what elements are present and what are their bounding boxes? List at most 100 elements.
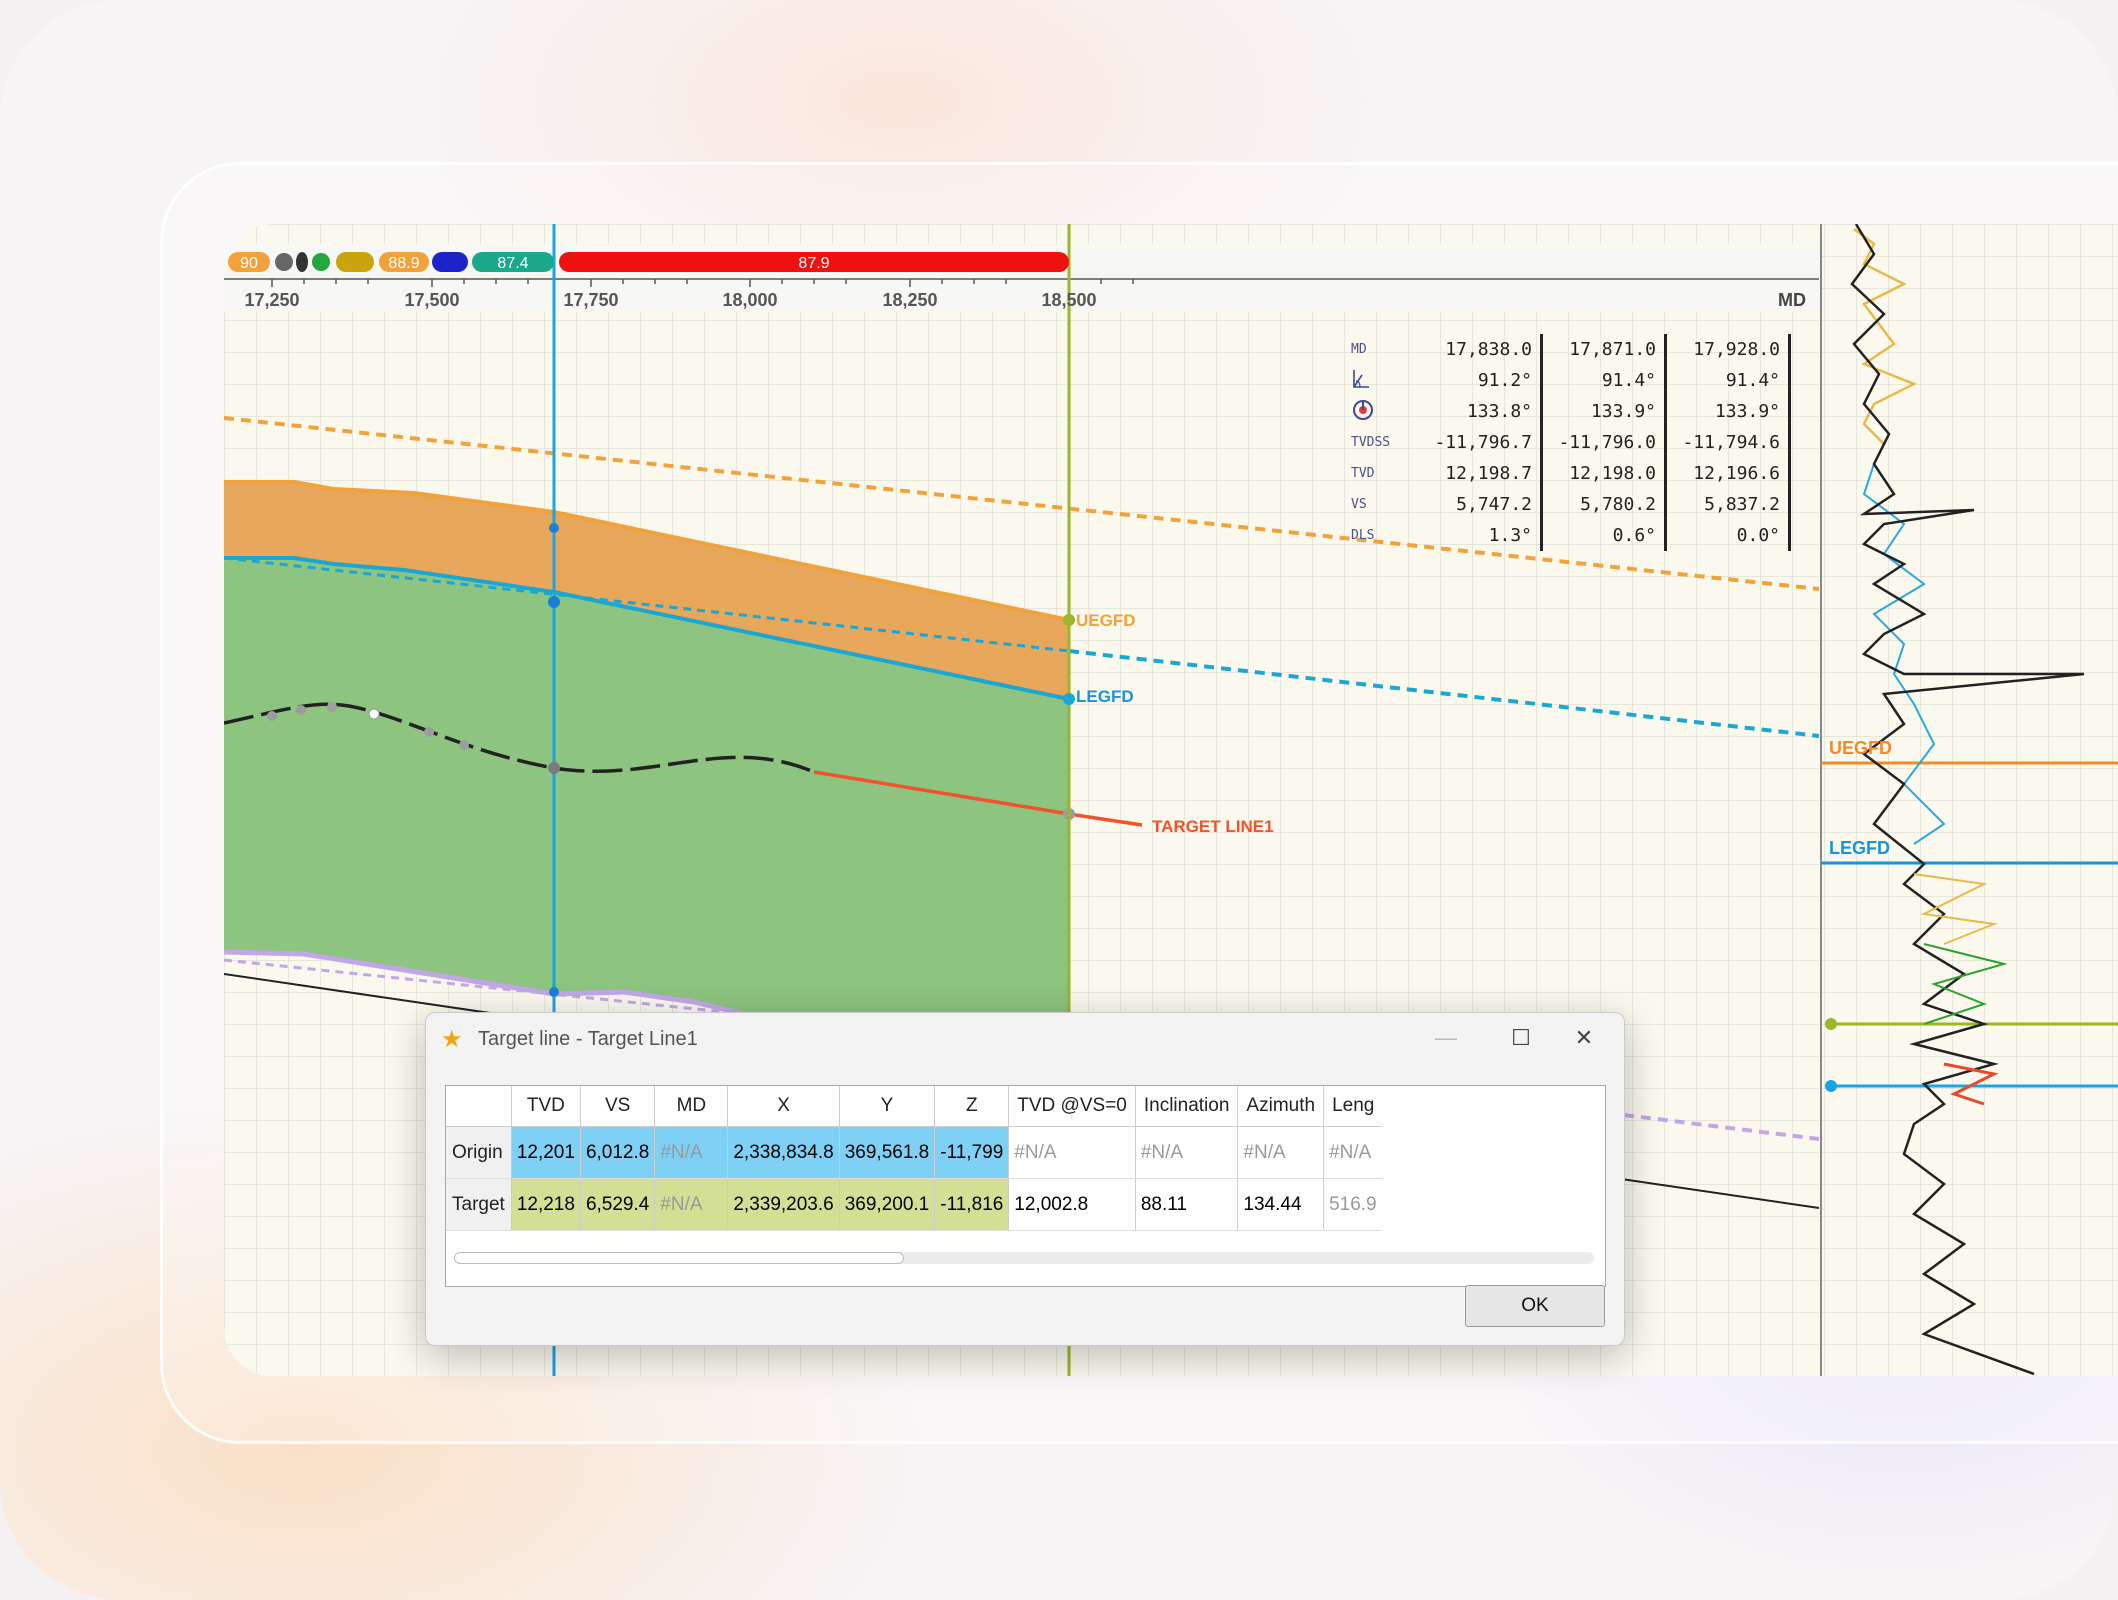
col-header[interactable]: Azimuth [1237, 1086, 1325, 1127]
table-cell[interactable]: -11,799 [934, 1126, 1010, 1179]
ruler-tick-label: 18,000 [722, 290, 777, 310]
table-cell[interactable]: 6,529.4 [580, 1178, 656, 1231]
readout-cell: 133.9° [1541, 396, 1667, 427]
inclination-badges [228, 252, 1069, 272]
readout-cell: 17,928.0 [1665, 334, 1791, 365]
col-header[interactable]: Leng [1323, 1086, 1383, 1127]
uegfd-label: UEGFD [1076, 611, 1136, 630]
table-cell[interactable]: -11,816 [934, 1178, 1010, 1231]
readout-cell: 0.0° [1665, 520, 1791, 551]
survey-readout: MD 17,838.0 17,871.0 17,928.0 91.2° 91.4… [1351, 334, 1791, 551]
readout-cell: 12,198.0 [1541, 458, 1667, 489]
row-label-tvdss: TVDSS [1351, 435, 1391, 450]
row-header: Target [446, 1178, 512, 1231]
ruler-tick-label: 17,750 [563, 290, 618, 310]
table-cell[interactable]: #N/A [1237, 1126, 1325, 1179]
close-icon[interactable]: ✕ [1564, 1023, 1604, 1053]
readout-cell: 12,198.7 [1419, 458, 1543, 489]
col-header[interactable]: TVD [511, 1086, 581, 1127]
corner-header [446, 1086, 512, 1127]
readout-cell: 12,196.6 [1665, 458, 1791, 489]
table-header-row: TVD VS MD X Y Z TVD @VS=0 Inclination Az… [446, 1086, 1383, 1127]
col-header[interactable]: Inclination [1135, 1086, 1239, 1127]
table-cell[interactable]: 2,339,203.6 [727, 1178, 840, 1231]
readout-cell: 91.4° [1541, 365, 1667, 396]
table-cell[interactable]: #N/A [1323, 1126, 1383, 1179]
row-label-md: MD [1351, 342, 1367, 357]
table-row: MD 17,838.0 17,871.0 17,928.0 [1351, 334, 1791, 365]
dialog-title: Target line - Target Line1 [478, 1028, 698, 1050]
table-row[interactable]: Origin 12,201 6,012.8 #N/A 2,338,834.8 3… [446, 1126, 1383, 1179]
log-uegfd-label: UEGFD [1829, 738, 1892, 758]
target-line-grid[interactable]: TVD VS MD X Y Z TVD @VS=0 Inclination Az… [445, 1085, 1606, 1287]
col-header[interactable]: MD [654, 1086, 729, 1127]
col-header[interactable]: VS [580, 1086, 656, 1127]
table-row: TVD 12,198.7 12,198.0 12,196.6 [1351, 458, 1791, 489]
ruler-tick-label: 18,500 [1041, 290, 1096, 310]
readout-cell: 5,837.2 [1665, 489, 1791, 520]
table-cell[interactable]: 369,200.1 [839, 1178, 936, 1231]
readout-cell: 17,871.0 [1541, 334, 1667, 365]
ok-button[interactable]: OK [1465, 1285, 1605, 1327]
table-cell[interactable]: 369,561.8 [839, 1126, 936, 1179]
badge-label: 87.4 [497, 255, 528, 272]
ruler-tick-label: 17,250 [244, 290, 299, 310]
table-cell[interactable]: #N/A [1135, 1126, 1239, 1179]
target-line-label: TARGET LINE1 [1152, 817, 1274, 836]
readout-cell: 5,780.2 [1541, 489, 1667, 520]
scrollbar-thumb[interactable] [454, 1252, 904, 1264]
col-header[interactable]: Y [839, 1086, 936, 1127]
table-cell[interactable]: 12,201 [511, 1126, 581, 1179]
row-label-vs: VS [1351, 497, 1367, 512]
readout-cell: 133.9° [1665, 396, 1791, 427]
log-track [1821, 224, 2118, 1376]
table-row: VS 5,747.2 5,780.2 5,837.2 [1351, 489, 1791, 520]
badge-label: 90 [240, 255, 258, 272]
table-cell[interactable]: 6,012.8 [580, 1126, 656, 1179]
horizontal-scrollbar[interactable] [454, 1252, 1594, 1264]
target-line-dialog[interactable]: ★ Target line - Target Line1 — ☐ ✕ TVD V… [425, 1012, 1625, 1346]
maximize-icon[interactable]: ☐ [1501, 1023, 1541, 1053]
table-cell[interactable]: #N/A [1008, 1126, 1136, 1179]
table-row[interactable]: Target 12,218 6,529.4 #N/A 2,339,203.6 3… [446, 1178, 1383, 1231]
readout-cell: 91.2° [1419, 365, 1543, 396]
azimuth-icon [1351, 396, 1419, 427]
readout-cell: 1.3° [1419, 520, 1543, 551]
row-header: Origin [446, 1126, 512, 1179]
badge-label: 87.9 [798, 255, 829, 272]
legfd-label: LEGFD [1076, 687, 1134, 706]
readout-cell: 91.4° [1665, 365, 1791, 396]
readout-cell: -11,796.7 [1419, 427, 1543, 458]
table-cell[interactable]: 2,338,834.8 [727, 1126, 840, 1179]
table-cell[interactable]: #N/A [654, 1178, 729, 1231]
table-row: 133.8° 133.9° 133.9° [1351, 396, 1791, 427]
col-header[interactable]: X [727, 1086, 840, 1127]
table-cell[interactable]: 12,218 [511, 1178, 581, 1231]
table-cell[interactable]: 134.44 [1237, 1178, 1325, 1231]
readout-cell: 0.6° [1541, 520, 1667, 551]
star-icon: ★ [441, 1026, 463, 1053]
readout-cell: -11,796.0 [1541, 427, 1667, 458]
dialog-titlebar[interactable]: ★ Target line - Target Line1 — ☐ ✕ [426, 1013, 1624, 1063]
table-cell[interactable]: 88.11 [1135, 1178, 1239, 1231]
log-legfd-label: LEGFD [1829, 838, 1890, 858]
table-row: 91.2° 91.4° 91.4° [1351, 365, 1791, 396]
table-row: TVDSS -11,796.7 -11,796.0 -11,794.6 [1351, 427, 1791, 458]
readout-cell: 17,838.0 [1419, 334, 1543, 365]
ruler-tick-label: 17,500 [404, 290, 459, 310]
readout-cell: -11,794.6 [1665, 427, 1791, 458]
row-label-tvd: TVD [1351, 466, 1375, 481]
readout-cell: 5,747.2 [1419, 489, 1543, 520]
minimize-icon[interactable]: — [1426, 1023, 1466, 1053]
table-cell[interactable]: 12,002.8 [1008, 1178, 1136, 1231]
table-cell[interactable]: #N/A [654, 1126, 729, 1179]
col-header[interactable]: Z [934, 1086, 1010, 1127]
md-axis-label: MD [1778, 290, 1806, 310]
table-row: DLS 1.3° 0.6° 0.0° [1351, 520, 1791, 551]
col-header[interactable]: TVD @VS=0 [1008, 1086, 1136, 1127]
readout-cell: 133.8° [1419, 396, 1543, 427]
ruler-tick-label: 18,250 [882, 290, 937, 310]
table-cell[interactable]: 516.9 [1323, 1178, 1383, 1231]
badge-label: 88.9 [388, 255, 419, 272]
row-label-dls: DLS [1351, 528, 1375, 543]
